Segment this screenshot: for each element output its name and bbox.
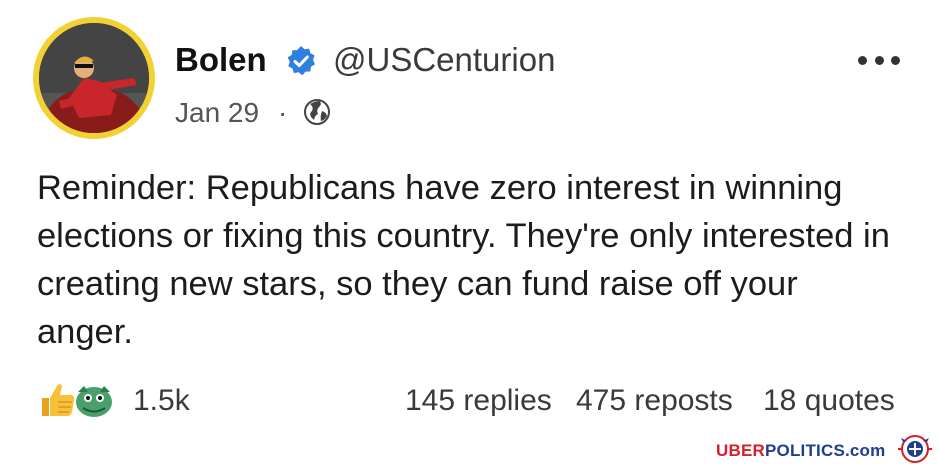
- reposts-count[interactable]: 475 reposts: [576, 381, 733, 421]
- more-options-icon[interactable]: [858, 52, 900, 68]
- thumbs-up-icon: [42, 384, 75, 416]
- quotes-count[interactable]: 18 quotes: [763, 381, 895, 421]
- watermark-com: .com: [844, 441, 886, 460]
- watermark-logo-icon: [898, 435, 932, 463]
- author-display-name[interactable]: Bolen: [175, 40, 267, 80]
- more-dot: [858, 55, 867, 65]
- avatar[interactable]: [33, 17, 155, 139]
- reactions-count[interactable]: 1.5k: [133, 381, 190, 421]
- reactions-button[interactable]: [38, 378, 114, 420]
- globe-icon: [304, 99, 330, 125]
- post-body-text: Reminder: Republicans have zero interest…: [37, 169, 890, 351]
- watermark-uber: UBER: [716, 441, 765, 460]
- green-reaction-icon: [76, 386, 112, 417]
- watermark-text: UBERPOLITICS.com: [716, 440, 885, 462]
- meta-separator: ·: [278, 97, 288, 128]
- more-dot: [891, 55, 900, 65]
- watermark-politics: POLITICS: [764, 441, 845, 460]
- author-handle[interactable]: @USCenturion: [333, 40, 555, 80]
- verified-badge-icon: [287, 46, 315, 76]
- post-date[interactable]: Jan 29: [175, 95, 259, 131]
- avatar-photo: [39, 23, 149, 133]
- more-dot: [874, 55, 884, 65]
- replies-count[interactable]: 145 replies: [405, 381, 552, 421]
